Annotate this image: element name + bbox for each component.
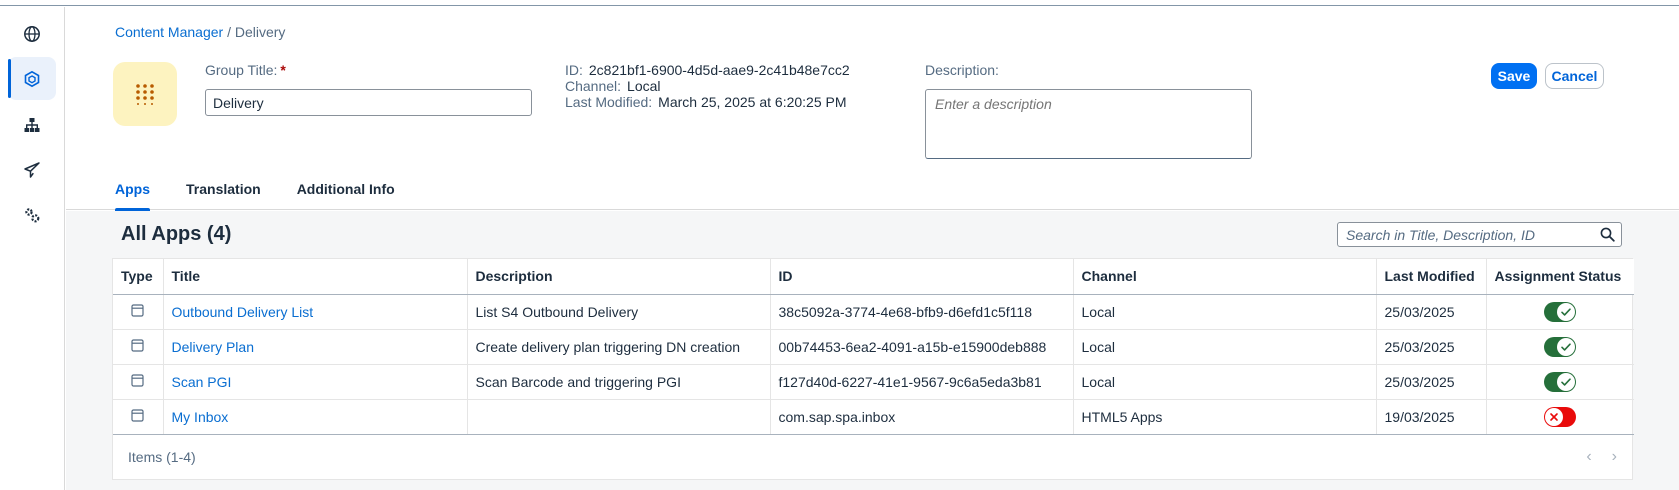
breadcrumb-current: / Delivery <box>227 24 286 40</box>
app-window-icon <box>131 338 144 352</box>
app-description: Create delivery plan triggering DN creat… <box>467 329 771 365</box>
object-header: Content Manager / Delivery Group Title: *… <box>66 7 1679 211</box>
hierarchy-icon <box>24 117 40 132</box>
apps-section-title: All Apps (4) <box>121 223 232 245</box>
checkmark-icon <box>1561 377 1572 386</box>
app-grid-icon <box>136 84 154 105</box>
assignment-toggle-on[interactable] <box>1544 336 1577 357</box>
app-title-link[interactable]: Scan PGI <box>172 374 232 390</box>
app-description: List S4 Outbound Delivery <box>467 294 771 330</box>
app-title-link[interactable]: Delivery Plan <box>172 339 254 355</box>
top-border <box>0 0 1679 6</box>
app-last-modified: 25/03/2025 <box>1376 329 1487 365</box>
chevron-right-icon[interactable]: › <box>1612 448 1617 466</box>
group-metadata: ID: 2c821bf1-6900-4d5d-aae9-2c41b48e7cc2 … <box>565 62 850 110</box>
checkmark-icon <box>1561 342 1572 351</box>
apps-search-field[interactable] <box>1337 222 1622 247</box>
table-row[interactable]: Scan PGI Scan Barcode and triggering PGI… <box>113 364 1634 400</box>
description-label: Description: <box>925 62 999 78</box>
app-window-icon <box>131 373 144 387</box>
assignment-toggle-on[interactable] <box>1544 371 1577 392</box>
app-id: 00b74453-6ea2-4091-a15b-e15900deb888 <box>770 329 1074 365</box>
tab-additional-info[interactable]: Additional Info <box>297 167 395 211</box>
table-row[interactable]: My Inbox com.sap.spa.inbox HTML5 Apps 19… <box>113 399 1634 435</box>
group-title-label: Group Title: * <box>205 62 286 78</box>
table-row[interactable]: Outbound Delivery List List S4 Outbound … <box>113 294 1634 330</box>
nav-item-hierarchy[interactable] <box>8 103 56 146</box>
app-description: Scan Barcode and triggering PGI <box>467 364 771 400</box>
apps-table: Type Title Description ID Channel Last M… <box>112 258 1634 480</box>
assignment-toggle-on[interactable] <box>1544 301 1577 322</box>
apps-section: All Apps (4) Type Title Description ID C… <box>66 211 1679 490</box>
app-channel: Local <box>1073 294 1377 330</box>
app-id: f127d40d-6227-41e1-9567-9c6a5eda3b81 <box>770 364 1074 400</box>
cancel-button[interactable]: Cancel <box>1545 63 1604 89</box>
channel-label: Channel: <box>565 78 622 94</box>
app-channel: HTML5 Apps <box>1073 399 1377 435</box>
column-header-assignment-status[interactable]: Assignment Status <box>1486 259 1634 295</box>
app-id: com.sap.spa.inbox <box>770 399 1074 435</box>
tab-apps[interactable]: Apps <box>115 167 150 211</box>
nav-item-settings[interactable] <box>8 193 56 236</box>
tab-translation[interactable]: Translation <box>186 167 261 211</box>
assignment-toggle-off[interactable] <box>1544 406 1577 427</box>
column-header-type[interactable]: Type <box>113 259 164 295</box>
tab-bar: Apps Translation Additional Info <box>115 167 431 211</box>
required-marker: * <box>280 62 286 78</box>
items-count: Items (1-4) <box>128 448 196 465</box>
nav-item-channels[interactable] <box>8 148 56 191</box>
app-channel: Local <box>1073 329 1377 365</box>
group-tile-icon <box>113 62 177 126</box>
close-icon <box>1550 412 1559 421</box>
column-header-description[interactable]: Description <box>467 259 771 295</box>
nav-item-sites[interactable] <box>8 12 56 55</box>
group-title-label-text: Group Title: <box>205 62 278 78</box>
channel-value: Local <box>627 78 661 94</box>
column-header-id[interactable]: ID <box>770 259 1074 295</box>
group-title-input[interactable] <box>205 89 532 116</box>
breadcrumb: Content Manager / Delivery <box>115 24 285 40</box>
app-window-icon <box>131 408 144 422</box>
last-modified-label: Last Modified: <box>565 94 653 110</box>
content-cube-icon <box>24 70 40 87</box>
id-value: 2c821bf1-6900-4d5d-aae9-2c41b48e7cc2 <box>588 62 850 78</box>
id-label: ID: <box>565 62 583 78</box>
app-last-modified: 19/03/2025 <box>1376 399 1487 435</box>
search-icon[interactable] <box>1593 223 1621 246</box>
save-button[interactable]: Save <box>1491 63 1537 89</box>
paper-plane-icon <box>24 161 40 178</box>
globe-icon <box>24 25 40 42</box>
column-header-title[interactable]: Title <box>163 259 468 295</box>
pager: ‹ › <box>1586 448 1617 466</box>
app-description <box>467 399 771 435</box>
last-modified-value: March 25, 2025 at 6:20:25 PM <box>658 94 847 110</box>
column-header-channel[interactable]: Channel <box>1073 259 1377 295</box>
table-header-row: Type Title Description ID Channel Last M… <box>113 259 1634 295</box>
apps-search-input[interactable] <box>1338 226 1593 243</box>
side-navigation <box>0 7 65 490</box>
settings-gears-icon <box>25 207 40 222</box>
app-title-link[interactable]: Outbound Delivery List <box>172 304 314 320</box>
nav-item-content-manager[interactable] <box>8 57 56 100</box>
breadcrumb-link-content-manager[interactable]: Content Manager <box>115 24 223 40</box>
app-title-link[interactable]: My Inbox <box>172 409 229 425</box>
table-footer: Items (1-4) ‹ › <box>113 435 1632 479</box>
app-last-modified: 25/03/2025 <box>1376 294 1487 330</box>
app-id: 38c5092a-3774-4e68-bfb9-d6efd1c5f118 <box>770 294 1074 330</box>
checkmark-icon <box>1561 307 1572 316</box>
app-window-icon <box>131 303 144 317</box>
app-last-modified: 25/03/2025 <box>1376 364 1487 400</box>
description-input[interactable] <box>925 89 1252 159</box>
column-header-last-modified[interactable]: Last Modified <box>1376 259 1487 295</box>
chevron-left-icon[interactable]: ‹ <box>1586 448 1591 466</box>
table-row[interactable]: Delivery Plan Create delivery plan trigg… <box>113 329 1634 365</box>
app-channel: Local <box>1073 364 1377 400</box>
